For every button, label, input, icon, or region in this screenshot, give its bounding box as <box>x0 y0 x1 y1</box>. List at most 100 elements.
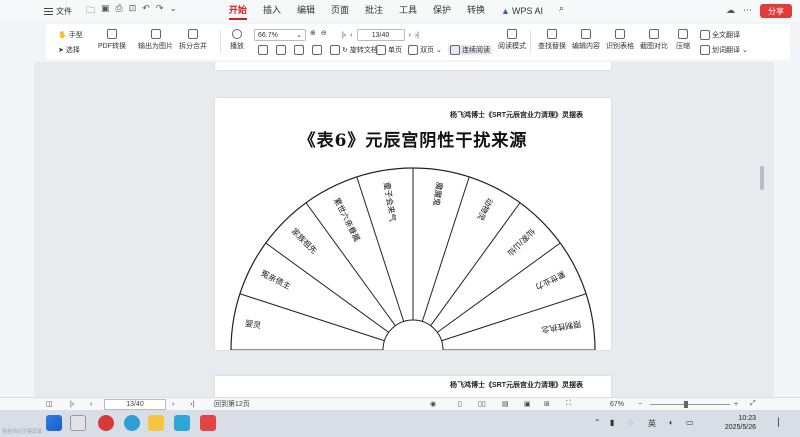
find-replace-button[interactable]: 查找替换 <box>538 29 566 51</box>
status-zoom-value[interactable]: 67% <box>610 401 624 408</box>
word-translate-button[interactable]: 划词翻译 ⌄ <box>700 45 748 55</box>
zoom-slider[interactable] <box>650 404 730 405</box>
save-icon[interactable]: ▣ <box>101 3 110 19</box>
show-desktop-icon[interactable]: ▏ <box>778 418 784 427</box>
file-menu[interactable]: 文件 <box>44 6 72 17</box>
system-clock[interactable]: 10:23 2025/5/26 <box>725 414 756 432</box>
windows-start-icon[interactable] <box>46 415 62 431</box>
hand-tool-button[interactable]: ✋ 手型 <box>58 30 83 40</box>
next-page-icon[interactable]: › <box>409 32 411 39</box>
sidebar-toggle-icon[interactable]: ◫ <box>46 400 53 408</box>
tab-edit[interactable]: 编辑 <box>297 3 315 20</box>
tab-convert[interactable]: 转换 <box>467 3 485 20</box>
recognize-table-button[interactable]: 识别表格 <box>606 29 634 51</box>
play-button[interactable]: 播放 <box>230 29 244 51</box>
page-number-input[interactable]: 13/40 <box>356 29 405 41</box>
bookmark-icon[interactable] <box>330 45 340 55</box>
single-view-icon[interactable]: ▯ <box>458 400 462 408</box>
edge-browser-icon[interactable] <box>124 415 140 431</box>
rotate-label: 旋转文档 <box>349 47 378 54</box>
reading-mode-button[interactable]: 阅读模式 <box>498 29 526 51</box>
preview-icon[interactable]: ⊡ <box>129 3 137 19</box>
chevron-up-icon[interactable]: ⌃ <box>594 418 601 427</box>
store-icon[interactable] <box>174 415 190 431</box>
tab-protect[interactable]: 保护 <box>433 3 451 20</box>
actual-size-icon[interactable] <box>294 45 304 55</box>
task-view-icon[interactable] <box>70 415 86 431</box>
network-icon[interactable]: ▮ <box>610 418 614 427</box>
ime-indicator[interactable]: 英 <box>648 418 656 429</box>
last-page-icon[interactable]: ›| <box>190 401 194 408</box>
speaker-icon[interactable]: ◖ <box>668 418 673 427</box>
back-to-page-link[interactable]: 回到第12页 <box>214 399 250 409</box>
notification-icon[interactable]: ◌ <box>628 418 633 427</box>
current-page: 杨飞鸿博士《SRT元辰宫业力清理》灵摆表 《表6》元辰宫阴性干扰来源 婴灵 冤亲债… <box>215 98 611 350</box>
print-icon[interactable]: ⎙ <box>116 3 123 19</box>
full-translate-button[interactable]: 全文翻译 <box>700 30 740 40</box>
screenshot-icon <box>649 29 659 39</box>
zoom-out-icon[interactable]: − <box>638 401 642 408</box>
folder-icon[interactable]: 🗀 <box>86 3 95 19</box>
chevron-down-icon[interactable]: ⌄ <box>169 3 177 19</box>
select-tool-button[interactable]: ➤ 选择 <box>58 45 80 55</box>
double-view-icon[interactable]: ▯▯ <box>478 400 486 408</box>
cloud-icon[interactable]: ☁ <box>726 5 735 16</box>
window-controls: ☁ ⋯ <box>726 5 752 16</box>
edit-content-button[interactable]: 编辑内容 <box>572 29 600 51</box>
fan-divider-line <box>239 293 385 342</box>
fit-view-icon[interactable]: ⊞ <box>544 400 550 408</box>
fan-segment-label: 家族祖先 <box>290 226 320 256</box>
zoom-in-icon[interactable]: ⊕ <box>310 29 316 37</box>
eye-icon[interactable]: ◉ <box>430 400 436 408</box>
prev-page-icon[interactable]: ‹ <box>350 32 352 39</box>
zoom-slider-handle[interactable] <box>684 401 688 408</box>
redo-icon[interactable]: ↷ <box>156 3 164 19</box>
status-page-input[interactable]: 13/40 <box>104 399 166 410</box>
tab-page[interactable]: 页面 <box>331 3 349 20</box>
rotate-button[interactable]: ↻ 旋转文档 <box>342 45 378 55</box>
battery-icon[interactable]: ▭ <box>686 418 694 427</box>
more-icon[interactable]: ⋯ <box>743 5 752 16</box>
zoom-in-icon[interactable]: + <box>734 401 738 408</box>
fan-segment-label: 限制性执念 <box>541 319 582 335</box>
tab-tools[interactable]: 工具 <box>399 3 417 20</box>
fit-page-icon[interactable] <box>258 45 268 55</box>
first-page-icon[interactable]: |‹ <box>342 32 346 39</box>
zoom-select[interactable]: 66.7% ⌄ <box>254 29 306 41</box>
tab-insert[interactable]: 插入 <box>263 3 281 20</box>
double-page-button[interactable]: 双页 ⌄ <box>408 45 442 55</box>
share-label: 分享 <box>768 6 784 16</box>
continuous-read-button[interactable]: 连续阅读 <box>448 45 492 55</box>
search-icon[interactable]: ⌕ <box>559 3 564 20</box>
export-image-button[interactable]: 输出为图片 <box>138 29 173 51</box>
continuous-view-icon[interactable]: ▤ <box>502 400 509 408</box>
tab-start[interactable]: 开始 <box>228 3 247 20</box>
first-page-icon[interactable]: |‹ <box>70 401 74 408</box>
chevron-down-icon: ⌄ <box>436 47 442 54</box>
wps-office-icon[interactable] <box>200 415 216 431</box>
zoom-dropdown[interactable]: 66.7% ⌄ <box>254 29 306 41</box>
split-merge-button[interactable]: 拆分合并 <box>179 29 207 51</box>
vertical-scrollbar[interactable] <box>758 62 766 397</box>
reading-view-icon[interactable]: ▣ <box>524 400 531 408</box>
prev-page-icon[interactable]: ‹ <box>90 401 92 408</box>
single-page-button[interactable]: 单页 <box>376 45 402 55</box>
next-page-icon[interactable]: › <box>172 401 174 408</box>
compress-button[interactable]: 压缩 <box>676 29 690 51</box>
pdf-convert-button[interactable]: PDF转换 <box>98 29 126 51</box>
document-viewport[interactable]: 杨飞鸿博士《SRT元辰宫业力清理》灵摆表 《表6》元辰宫阴性干扰来源 婴灵 冤亲债… <box>34 62 774 397</box>
file-explorer-icon[interactable] <box>148 415 164 431</box>
last-page-icon[interactable]: ›| <box>415 32 419 39</box>
fullscreen-icon[interactable]: ⤢ <box>750 400 756 408</box>
tab-annotate[interactable]: 批注 <box>365 3 383 20</box>
crop-icon[interactable] <box>312 45 322 55</box>
fit-width-icon[interactable] <box>276 45 286 55</box>
screenshot-compare-button[interactable]: 截图对比 <box>640 29 668 51</box>
undo-icon[interactable]: ↶ <box>142 3 150 19</box>
zoom-out-icon[interactable]: ⊖ <box>321 29 327 37</box>
scrollbar-thumb[interactable] <box>760 166 764 190</box>
app-icon[interactable] <box>98 415 114 431</box>
full-view-icon[interactable]: ⛶ <box>566 400 571 408</box>
share-button[interactable]: 分享 <box>760 4 792 18</box>
wps-ai-button[interactable]: ▲ WPS AI <box>501 3 543 20</box>
